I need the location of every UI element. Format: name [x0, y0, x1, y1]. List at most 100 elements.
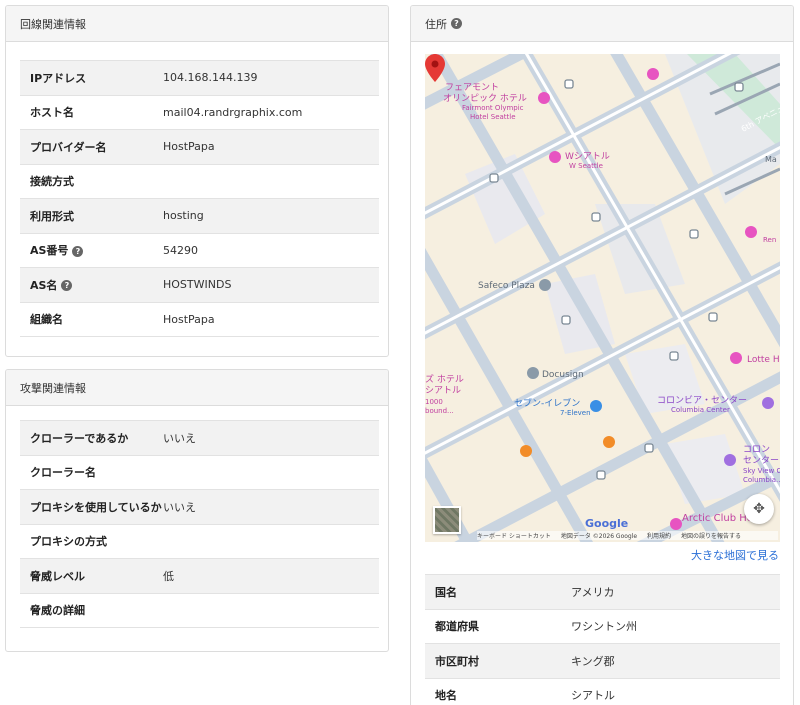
- address-panel-header: 住所?: [411, 6, 793, 42]
- map-label-skyview: Sky View C: [743, 467, 780, 475]
- row-label: 地名: [425, 677, 571, 705]
- map-label-w-ja: Wシアトル: [565, 152, 610, 162]
- map-label-skyview2: Columbia...: [743, 476, 780, 484]
- hotel-icon: [549, 151, 561, 163]
- row-label: 都道府県: [425, 608, 571, 644]
- map-label-ma: Ma: [765, 155, 777, 164]
- row-value: いいえ: [163, 420, 379, 455]
- row-value: アメリカ: [571, 574, 780, 609]
- help-icon[interactable]: ?: [451, 18, 462, 29]
- row-value: キング郡: [571, 643, 780, 678]
- row-value: [163, 523, 379, 559]
- row-value: mail04.randrgraphix.com: [163, 94, 379, 130]
- row-label: クローラーであるか: [20, 420, 163, 455]
- table-row: 脅威の詳細: [20, 592, 379, 628]
- map-label-ren: Ren: [763, 236, 776, 244]
- row-label: AS名: [30, 278, 58, 292]
- map-label-docusign: Docusign: [542, 370, 584, 380]
- row-value: いいえ: [163, 489, 379, 524]
- address-title: 住所: [425, 17, 447, 31]
- keyboard-shortcuts-link[interactable]: キーボード ショートカット: [477, 533, 551, 540]
- row-label: クローラー名: [20, 454, 163, 490]
- line-info-table: IPアドレス 104.168.144.139 ホスト名 mail04.randr…: [20, 60, 379, 337]
- row-value: [163, 163, 379, 199]
- restaurant-icon: [603, 436, 615, 448]
- row-label: IPアドレス: [30, 71, 87, 85]
- table-row: 接続方式: [20, 163, 379, 199]
- row-label: ホスト名: [30, 106, 74, 120]
- map-label-columbia-ja: コロンビア・センター: [657, 395, 747, 406]
- map-label-lotte: Lotte H: [747, 355, 780, 365]
- line-info-title: 回線関連情報: [6, 6, 388, 42]
- terms-link[interactable]: 利用規約: [647, 533, 671, 540]
- hotel-icon: [730, 352, 742, 364]
- map-label-hotel-left3: 1000: [425, 398, 443, 406]
- map-label-hotel-left2: シアトル: [425, 386, 461, 396]
- table-row: 脅威レベル 低: [20, 558, 379, 593]
- landmark-icon: [724, 454, 736, 466]
- address-panel: 住所? フェアモント オリンピック ホテル Wシアトル ズ ホテル シアトル L…: [410, 5, 794, 705]
- help-icon[interactable]: ?: [72, 245, 84, 257]
- location-pin-icon: [425, 54, 445, 82]
- row-value: シアトル: [571, 677, 780, 705]
- map-label-hotel-left4: bound...: [425, 407, 454, 415]
- map-label-fairmont-en2: Hotel Seattle: [470, 113, 516, 121]
- row-value: hosting: [163, 198, 379, 233]
- table-row: クローラーであるか いいえ: [20, 420, 379, 455]
- table-row: 国名 アメリカ: [425, 574, 780, 609]
- row-value: HostPapa: [163, 301, 379, 337]
- map-label-w-en: W Seattle: [569, 162, 603, 170]
- place-icon: [539, 279, 551, 291]
- table-row: 都道府県 ワシントン州: [425, 608, 780, 644]
- larger-map-link[interactable]: 大きな地図で見る: [691, 547, 779, 563]
- map-label-safeco: Safeco Plaza: [478, 281, 535, 291]
- row-label: 国名: [425, 574, 571, 609]
- table-row: プロバイダー名 HostPapa: [20, 129, 379, 164]
- row-label: 利用形式: [30, 209, 74, 223]
- map-canvas[interactable]: フェアモント オリンピック ホテル Wシアトル ズ ホテル シアトル Lotte…: [425, 54, 780, 542]
- restaurant-icon: [520, 445, 532, 457]
- map-label-colon-ja2: センター: [743, 455, 779, 466]
- report-error-link[interactable]: 地図の誤りを報告する: [681, 533, 741, 540]
- satellite-toggle-button[interactable]: [433, 506, 461, 534]
- row-value: [163, 454, 379, 490]
- row-label: 脅威の詳細: [20, 592, 163, 628]
- row-label: AS番号: [30, 244, 69, 258]
- row-label: 市区町村: [425, 643, 571, 678]
- hotel-icon: [745, 226, 757, 238]
- help-icon[interactable]: ?: [61, 280, 73, 292]
- address-table: 国名 アメリカ 都道府県 ワシントン州 市区町村 キング郡 地名 シアトル: [425, 574, 780, 705]
- row-label: プロバイダー名: [30, 140, 107, 154]
- attack-info-table: クローラーであるか いいえ クローラー名 プロキシを使用しているか いいえ プロ…: [20, 420, 379, 628]
- table-row: IPアドレス 104.168.144.139: [20, 60, 379, 95]
- row-value: 54290: [163, 232, 379, 268]
- row-label: 接続方式: [30, 175, 74, 189]
- table-row: AS番号? 54290: [20, 232, 379, 268]
- row-value: ワシントン州: [571, 608, 780, 644]
- map-label-fairmont-ja2: オリンピック ホテル: [443, 93, 527, 104]
- table-row: ホスト名 mail04.randrgraphix.com: [20, 94, 379, 130]
- map-move-control-button[interactable]: ✥: [744, 494, 774, 524]
- row-value: 低: [163, 558, 379, 593]
- table-row: プロキシの方式: [20, 523, 379, 559]
- map-label-fairmont-en: Fairmont Olympic: [462, 104, 524, 112]
- hotel-icon: [647, 68, 659, 80]
- row-value: HostPapa: [163, 129, 379, 164]
- shop-icon: [590, 400, 602, 412]
- table-row: AS名? HOSTWINDS: [20, 267, 379, 302]
- map-view[interactable]: フェアモント オリンピック ホテル Wシアトル ズ ホテル シアトル Lotte…: [425, 54, 780, 542]
- row-value: HOSTWINDS: [163, 267, 379, 302]
- row-value: [163, 592, 379, 628]
- row-label: プロキシを使用しているか: [20, 489, 163, 524]
- row-label: 脅威レベル: [20, 558, 163, 593]
- map-label-fairmont-ja: フェアモント: [445, 83, 499, 93]
- attack-info-title: 攻撃関連情報: [6, 370, 388, 406]
- place-icon: [527, 367, 539, 379]
- table-row: 利用形式 hosting: [20, 198, 379, 233]
- map-attribution: キーボード ショートカット 地図データ ©2026 Google 利用規約 地図…: [477, 531, 778, 540]
- row-value: 104.168.144.139: [163, 60, 379, 95]
- table-row: プロキシを使用しているか いいえ: [20, 489, 379, 524]
- attack-info-panel: 攻撃関連情報 クローラーであるか いいえ クローラー名 プロキシを使用しているか…: [5, 369, 389, 652]
- table-row: クローラー名: [20, 454, 379, 490]
- map-data-credit: 地図データ ©2026 Google: [560, 533, 638, 540]
